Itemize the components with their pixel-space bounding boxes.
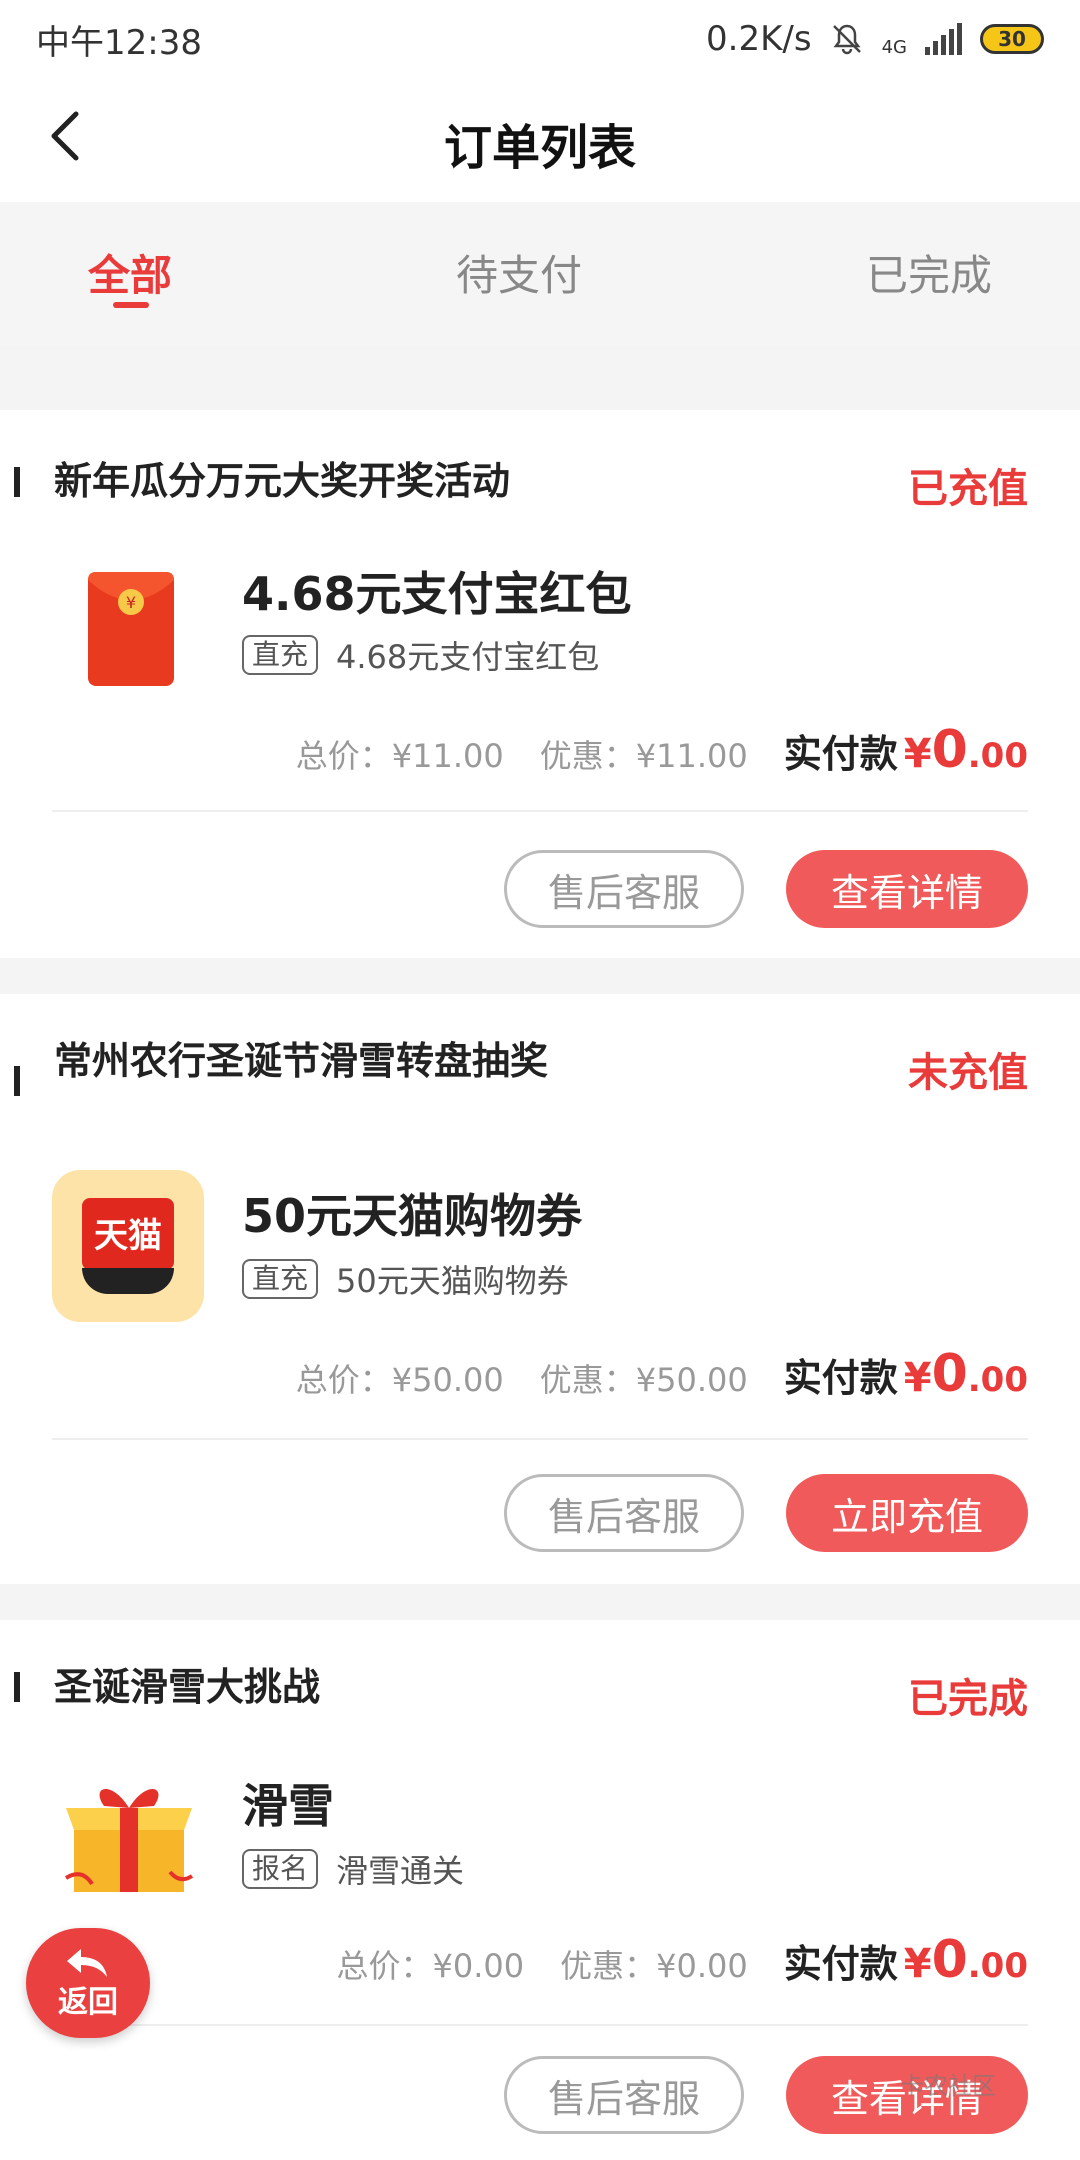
app-header: 订单列表 xyxy=(0,78,1080,202)
paid-amount-int: 0 xyxy=(931,1930,968,1990)
paid-currency: ¥ xyxy=(903,1355,932,1401)
paid-amount-dec: .00 xyxy=(967,1360,1028,1400)
paid-label: 实付款 xyxy=(783,732,898,776)
tmall-logo-text: 天猫 xyxy=(94,1216,162,1256)
paid-amount-int: 0 xyxy=(931,720,968,780)
divider xyxy=(52,1438,1028,1440)
total-price: 总价：¥50.00 xyxy=(295,1361,504,1399)
paid-amount-dec: .00 xyxy=(967,736,1028,776)
floating-back-label: 返回 xyxy=(58,1985,118,2020)
title-marker xyxy=(14,1672,20,1702)
tab-all[interactable]: 全部 xyxy=(88,242,172,303)
order-card: 新年瓜分万元大奖开奖活动 已充值 ¥ 4.68元支付宝红包 直充 4.68元支付… xyxy=(0,410,1080,958)
total-price: 总价：¥0.00 xyxy=(336,1947,525,1985)
price-row: 总价：¥0.00 优惠：¥0.00 实付款 ¥ 0 .00 xyxy=(336,1930,1028,1990)
product-name: 4.68元支付宝红包 xyxy=(242,567,632,621)
product-tag: 直充 xyxy=(242,1259,319,1299)
product-tag-row: 报名 滑雪通关 xyxy=(242,1846,464,1892)
status-right: 0.2K/s 4G 30 xyxy=(706,19,1044,59)
status-time: 中午12:38 xyxy=(36,22,202,63)
paid-label: 实付款 xyxy=(783,1942,898,1986)
floating-back-button[interactable]: 返回 xyxy=(26,1928,150,2038)
status-bar: 中午12:38 0.2K/s 4G 30 xyxy=(0,0,1080,78)
paid-currency: ¥ xyxy=(903,1941,932,1987)
product-name: 滑雪 xyxy=(242,1779,334,1833)
order-title: 常州农行圣诞节滑雪转盘抽奖 xyxy=(54,1039,549,1083)
recharge-now-button[interactable]: 立即充值 xyxy=(786,1474,1028,1552)
tmall-logo-icon: 天猫 xyxy=(52,1170,204,1322)
mute-bell-icon xyxy=(830,22,864,56)
tab-active-indicator xyxy=(113,302,149,308)
order-status: 未充值 xyxy=(908,1050,1028,1096)
gift-box-icon xyxy=(52,1760,204,1912)
discount-price: 优惠：¥0.00 xyxy=(560,1947,748,1985)
price-row: 总价：¥50.00 优惠：¥50.00 实付款 ¥ 0 .00 xyxy=(296,1344,1028,1404)
product-desc: 50元天猫购物券 xyxy=(336,1262,569,1300)
price-row: 总价：¥11.00 优惠：¥11.00 实付款 ¥ 0 .00 xyxy=(296,720,1028,780)
view-details-button[interactable]: 查看详情 xyxy=(786,850,1028,928)
discount-price: 优惠：¥11.00 xyxy=(539,737,748,775)
product-desc: 4.68元支付宝红包 xyxy=(336,638,600,676)
product-tag-row: 直充 50元天猫购物券 xyxy=(242,1256,569,1302)
total-price: 总价：¥11.00 xyxy=(295,737,504,775)
after-sales-button[interactable]: 售后客服 xyxy=(504,1474,744,1552)
divider xyxy=(52,2024,1028,2026)
battery-icon: 30 xyxy=(980,24,1044,54)
product-tag-row: 直充 4.68元支付宝红包 xyxy=(242,632,599,678)
order-title: 新年瓜分万元大奖开奖活动 xyxy=(54,459,511,503)
battery-level: 30 xyxy=(998,27,1026,51)
discount-price: 优惠：¥50.00 xyxy=(539,1361,748,1399)
paid-currency: ¥ xyxy=(903,731,932,777)
paid-amount-dec: .00 xyxy=(967,1946,1028,1986)
red-envelope-icon: ¥ xyxy=(52,558,204,710)
svg-text:¥: ¥ xyxy=(126,593,136,612)
divider xyxy=(52,810,1028,812)
order-status: 已完成 xyxy=(908,1676,1028,1722)
return-arrow-icon xyxy=(67,1949,107,1977)
status-speed: 0.2K/s xyxy=(706,19,812,59)
product-name: 50元天猫购物券 xyxy=(242,1189,583,1243)
network-type: 4G xyxy=(881,37,907,58)
tab-completed[interactable]: 已完成 xyxy=(866,242,992,303)
order-title: 圣诞滑雪大挑战 xyxy=(54,1665,321,1709)
order-status: 已充值 xyxy=(908,466,1028,512)
product-desc: 滑雪通关 xyxy=(336,1852,465,1890)
order-card: 常州农行圣诞节滑雪转盘抽奖 未充值 天猫 50元天猫购物券 直充 50元天猫购物… xyxy=(0,994,1080,1584)
product-tag: 直充 xyxy=(242,635,319,675)
signal-icon xyxy=(925,23,962,55)
product-tag: 报名 xyxy=(242,1849,319,1889)
after-sales-button[interactable]: 售后客服 xyxy=(504,850,744,928)
paid-amount-int: 0 xyxy=(931,1344,968,1404)
title-marker xyxy=(14,467,20,497)
title-marker xyxy=(14,1066,20,1096)
watermark: 卡农社区 xyxy=(900,2072,996,2100)
order-tabs: 全部 待支付 已完成 xyxy=(0,202,1080,346)
paid-label: 实付款 xyxy=(783,1356,898,1400)
after-sales-button[interactable]: 售后客服 xyxy=(504,2056,744,2134)
page-title: 订单列表 xyxy=(443,120,636,176)
tab-pending-payment[interactable]: 待支付 xyxy=(456,242,582,303)
